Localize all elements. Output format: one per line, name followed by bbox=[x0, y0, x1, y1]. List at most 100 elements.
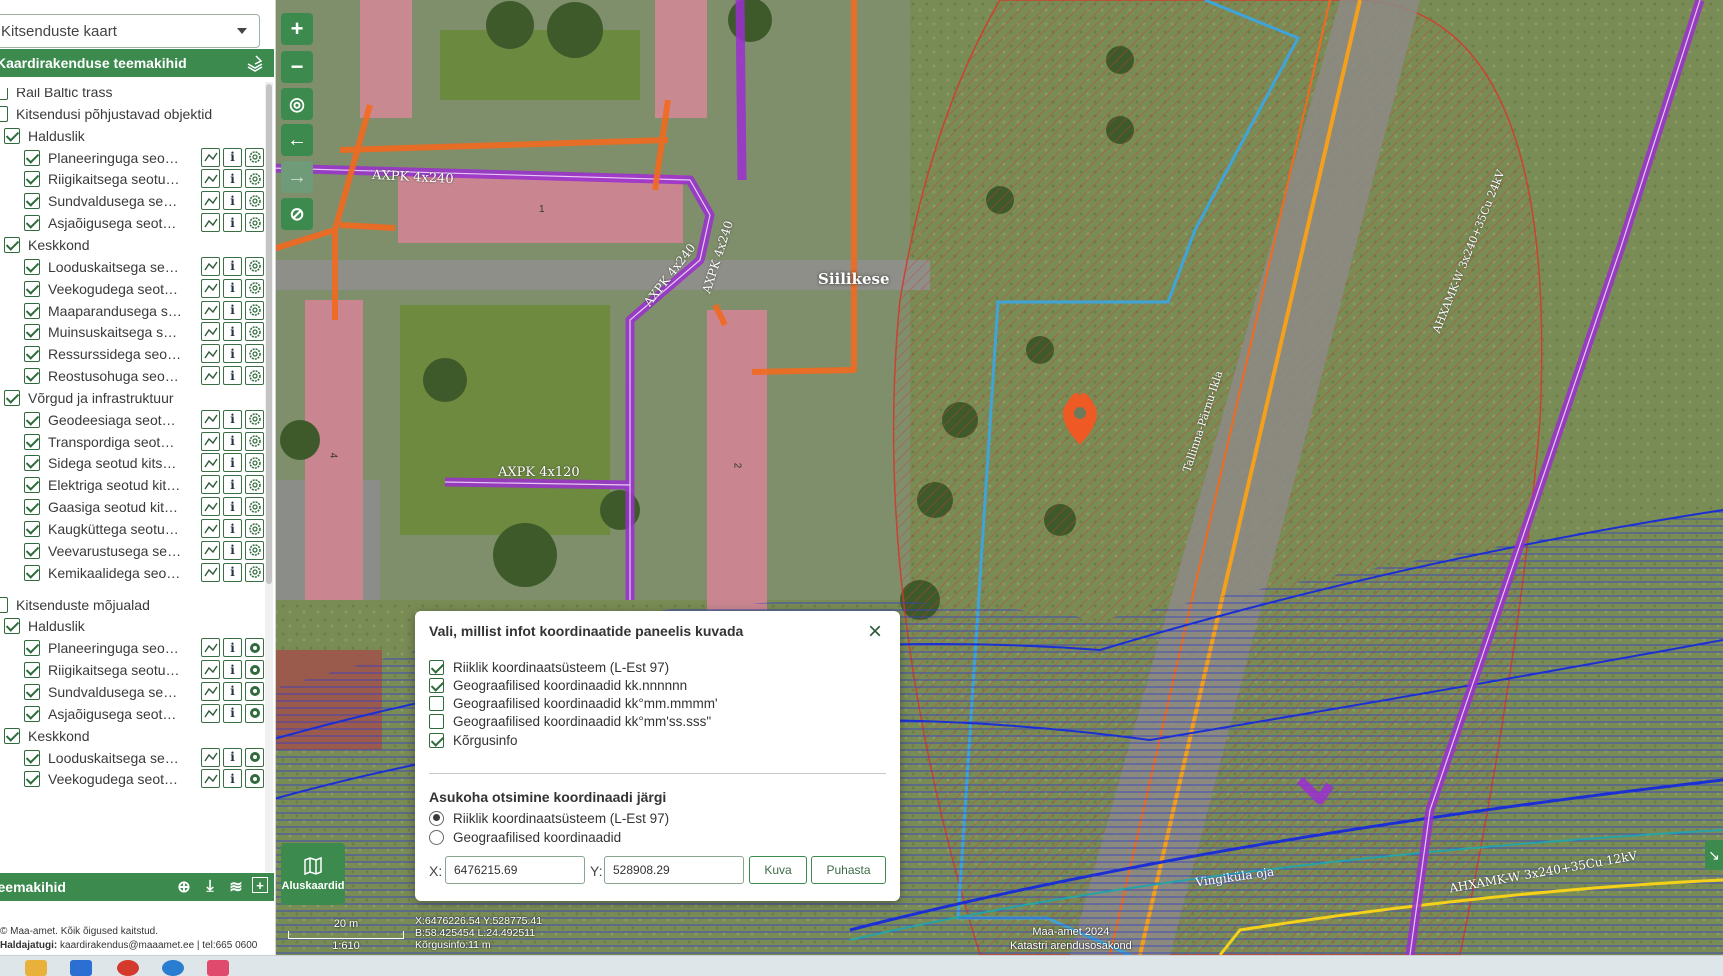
gear-icon[interactable] bbox=[245, 519, 264, 538]
legend-icon[interactable] bbox=[201, 409, 220, 429]
layer-row[interactable]: Riigikaitsega seotud mõjualad i bbox=[0, 659, 264, 681]
layer-row[interactable]: Kaugküttega seotud kitsendused i bbox=[0, 518, 264, 540]
info-icon[interactable]: i bbox=[223, 344, 242, 364]
layer-checkbox[interactable] bbox=[0, 105, 8, 122]
display-option[interactable]: Geograafilised koordinaadid kk°mm.mmmm' bbox=[429, 695, 718, 713]
legend-icon[interactable] bbox=[201, 366, 220, 386]
layer-checkbox[interactable] bbox=[4, 236, 20, 253]
layer-row[interactable]: Veevarustusega seotud kitsendused i bbox=[0, 540, 264, 562]
info-icon[interactable]: i bbox=[223, 278, 242, 298]
x-coordinate-input[interactable] bbox=[445, 856, 585, 884]
panel-toggle-button[interactable]: ↘ bbox=[1705, 840, 1723, 870]
sidebar-scrollbar[interactable] bbox=[265, 82, 273, 872]
gear-icon[interactable] bbox=[245, 191, 264, 211]
legend-icon[interactable] bbox=[201, 278, 220, 298]
legend-icon[interactable] bbox=[201, 540, 220, 560]
app-icon[interactable] bbox=[207, 960, 229, 976]
layer-row[interactable]: Sidega seotud kitsendused i bbox=[0, 452, 264, 474]
display-option[interactable]: Kõrgusinfo bbox=[429, 731, 518, 749]
option-checkbox[interactable] bbox=[429, 732, 444, 748]
layer-checkbox[interactable] bbox=[24, 705, 40, 722]
layer-checkbox[interactable] bbox=[4, 127, 20, 144]
coordinate-system-radio[interactable]: Geograafilised koordinaadid bbox=[429, 828, 621, 846]
compass-button[interactable]: ⊘ bbox=[281, 198, 313, 230]
gear-icon[interactable] bbox=[245, 300, 264, 320]
info-icon[interactable]: i bbox=[223, 431, 242, 451]
option-checkbox[interactable] bbox=[429, 714, 444, 730]
legend-icon[interactable] bbox=[201, 256, 220, 276]
legend-icon[interactable] bbox=[201, 519, 220, 538]
legend-icon[interactable] bbox=[201, 431, 220, 451]
gear-icon[interactable] bbox=[245, 147, 264, 167]
gear-icon[interactable] bbox=[245, 431, 264, 451]
layer-checkbox[interactable] bbox=[24, 640, 40, 657]
layer-checkbox[interactable] bbox=[24, 258, 40, 275]
info-icon[interactable]: i bbox=[223, 497, 242, 517]
gear-icon[interactable] bbox=[245, 344, 264, 364]
legend-icon[interactable] bbox=[201, 344, 220, 364]
layer-row[interactable]: Ressurssidega seotud kitsendused i bbox=[0, 343, 264, 365]
layer-checkbox[interactable] bbox=[4, 389, 20, 406]
gear-icon[interactable] bbox=[245, 475, 264, 495]
info-icon[interactable]: i bbox=[223, 638, 242, 658]
layer-checkbox[interactable] bbox=[4, 618, 20, 635]
layer-checkbox[interactable] bbox=[24, 280, 40, 297]
info-icon[interactable]: i bbox=[223, 409, 242, 429]
legend-icon[interactable] bbox=[201, 660, 220, 680]
legend-icon[interactable] bbox=[201, 300, 220, 320]
layer-group-row[interactable]: Halduslik bbox=[0, 125, 264, 147]
y-coordinate-input[interactable] bbox=[604, 856, 744, 884]
layer-checkbox[interactable] bbox=[24, 521, 40, 537]
info-icon[interactable]: i bbox=[223, 681, 242, 701]
gear-icon[interactable] bbox=[245, 453, 264, 473]
gear-icon[interactable] bbox=[245, 278, 264, 298]
gear-icon[interactable] bbox=[245, 540, 264, 560]
layer-row[interactable]: Geodeesiaga seotud kitsendused i bbox=[0, 409, 264, 431]
info-icon[interactable]: i bbox=[223, 747, 242, 767]
layer-group-row[interactable]: Rail Baltic trass bbox=[0, 88, 264, 103]
layer-row[interactable]: Veekogudega seotud kitsendused i bbox=[0, 278, 264, 300]
display-option[interactable]: Geograafilised koordinaadid kk.nnnnnn bbox=[429, 676, 687, 694]
layer-checkbox[interactable] bbox=[24, 433, 40, 450]
layer-row[interactable]: Planeeringuga seotud kitsendused i bbox=[0, 147, 264, 169]
support-contact[interactable]: kaardirakendus@maaamet.ee | tel:665 0600 bbox=[60, 940, 257, 951]
option-checkbox[interactable] bbox=[429, 659, 444, 675]
layer-checkbox[interactable] bbox=[24, 477, 40, 494]
clear-button[interactable]: Puhasta bbox=[811, 856, 886, 884]
layer-row[interactable]: Asjaõigusega seotud mõjualad i bbox=[0, 703, 264, 725]
radio-button[interactable] bbox=[429, 829, 444, 845]
basemap-select[interactable]: Kitsenduste kaart bbox=[0, 14, 260, 48]
layer-checkbox[interactable] bbox=[24, 564, 40, 581]
coordinate-system-radio[interactable]: Riiklik koordinaatsüsteem (L-Est 97) bbox=[429, 809, 669, 827]
gear-icon[interactable] bbox=[245, 322, 264, 342]
layer-group-row[interactable]: Kitsenduste mõjualad bbox=[0, 594, 264, 616]
download-icon[interactable]: ⤓ bbox=[200, 877, 220, 897]
info-icon[interactable]: i bbox=[223, 169, 242, 189]
scrollbar-thumb[interactable] bbox=[266, 84, 272, 584]
info-icon[interactable]: i bbox=[223, 519, 242, 538]
layer-group-row[interactable]: Keskkond bbox=[0, 234, 264, 256]
layer-group-row[interactable]: Keskkond bbox=[0, 725, 264, 747]
legend-icon[interactable] bbox=[201, 191, 220, 211]
gear-icon[interactable] bbox=[245, 562, 264, 582]
layer-row[interactable]: Gaasiga seotud kitsendused i bbox=[0, 496, 264, 518]
layer-checkbox[interactable] bbox=[24, 324, 40, 341]
layer-checkbox[interactable] bbox=[24, 455, 40, 472]
layer-group-row[interactable]: Kitsendusi põhjustavad objektid bbox=[0, 103, 264, 125]
layer-checkbox[interactable] bbox=[24, 193, 40, 210]
layer-row[interactable]: Reostusohuga seotud kitsendused i bbox=[0, 365, 264, 387]
legend-icon[interactable] bbox=[201, 322, 220, 342]
layers-icon[interactable]: ≋ bbox=[226, 877, 246, 897]
layer-checkbox[interactable] bbox=[24, 411, 40, 428]
gear-icon[interactable] bbox=[245, 366, 264, 386]
layer-row[interactable]: Looduskaitsega seotud kitsendused i bbox=[0, 256, 264, 278]
info-icon[interactable]: i bbox=[223, 475, 242, 495]
info-icon[interactable]: i bbox=[223, 703, 242, 723]
layer-row[interactable]: Veekogudega seotud mõjualad i bbox=[0, 768, 264, 790]
layer-row[interactable]: Sundvaldusega seotud kitsendused i bbox=[0, 190, 264, 212]
legend-icon[interactable] bbox=[201, 638, 220, 658]
legend-icon[interactable] bbox=[201, 147, 220, 167]
layer-checkbox[interactable] bbox=[24, 215, 40, 232]
layer-row[interactable]: Asjaõigusega seotud kitsendused i bbox=[0, 212, 264, 234]
legend-icon[interactable] bbox=[201, 747, 220, 767]
